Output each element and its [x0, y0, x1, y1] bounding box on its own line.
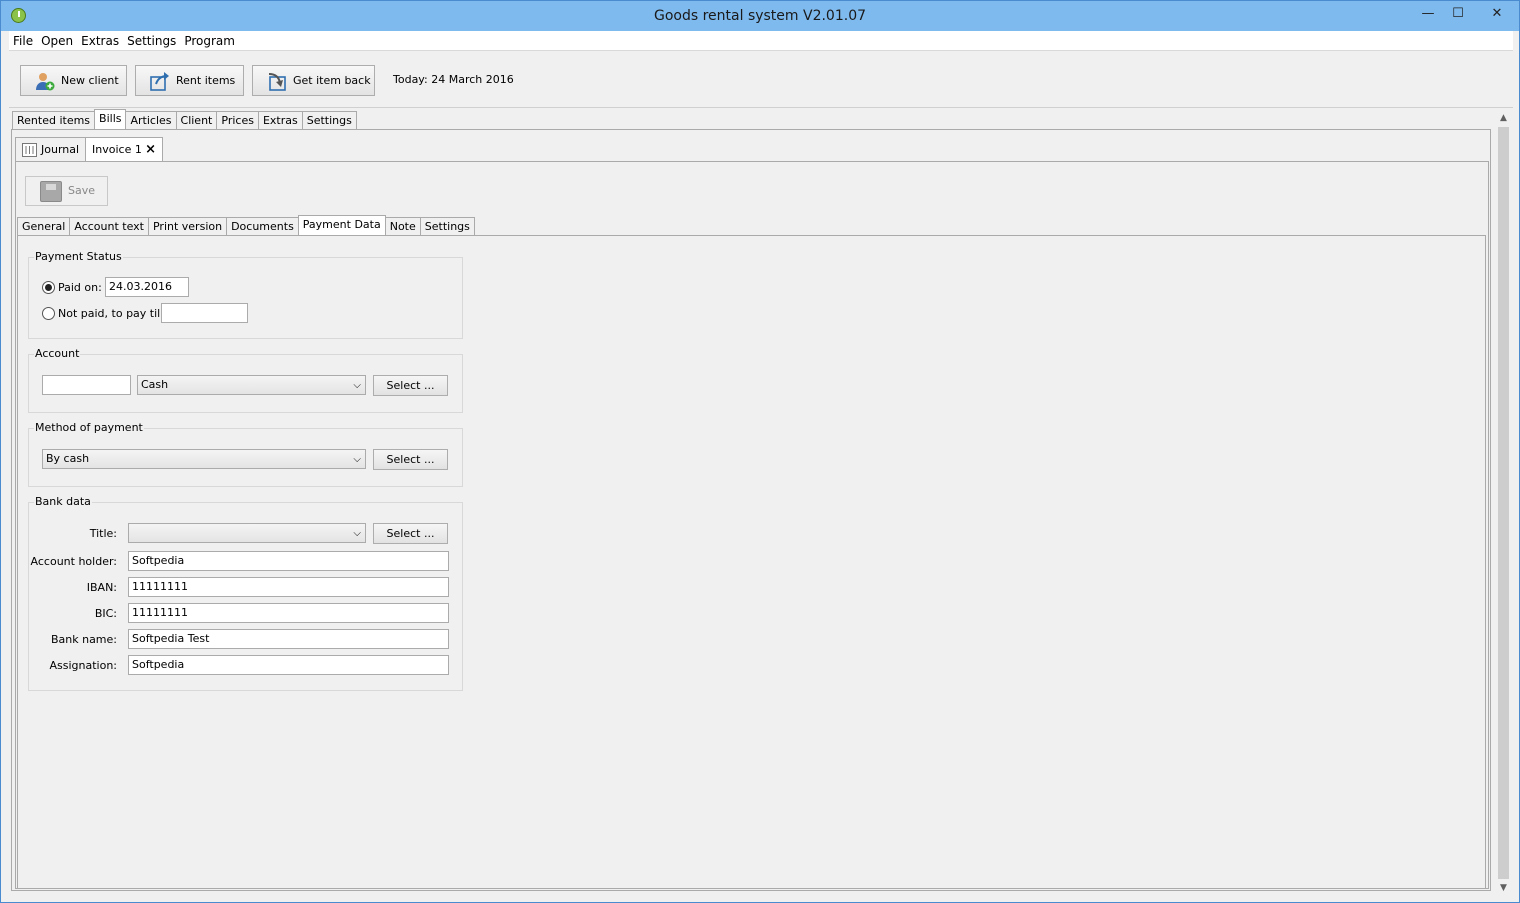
payment-status-legend: Payment Status: [34, 250, 123, 263]
menu-open[interactable]: Open: [37, 31, 77, 48]
tab-journal[interactable]: Journal: [15, 137, 87, 161]
chevron-down-icon: ⌵: [353, 528, 361, 539]
account-select-button[interactable]: Select ...: [373, 375, 448, 396]
account-selected-value: Cash: [141, 378, 169, 391]
menu-settings[interactable]: Settings: [123, 31, 180, 48]
share-out-icon: [150, 72, 169, 91]
get-item-back-button[interactable]: Get item back: [252, 65, 375, 96]
invoice-tab-label: Invoice 1: [92, 142, 142, 156]
menu-extras[interactable]: Extras: [77, 31, 123, 48]
return-item-icon: [268, 73, 286, 91]
bank-name-label: Bank name:: [50, 633, 117, 646]
minimize-button[interactable]: —: [1413, 3, 1443, 25]
iban-input[interactable]: 11111111: [128, 577, 449, 597]
account-code-input[interactable]: [42, 375, 131, 395]
bank-name-input[interactable]: Softpedia Test: [128, 629, 449, 649]
iban-label: IBAN:: [86, 581, 117, 594]
chevron-down-icon: ⌵: [353, 454, 361, 465]
tab-rented-items[interactable]: Rented items: [12, 111, 96, 130]
document-tabs: Journal Invoice 1 ×: [15, 137, 164, 161]
rent-items-label: Rent items: [176, 74, 236, 87]
paid-on-label: Paid on:: [58, 281, 102, 294]
pay-till-date-input[interactable]: [161, 303, 248, 323]
payment-method-selected-value: By cash: [46, 452, 90, 465]
paid-on-radio[interactable]: [42, 281, 55, 294]
menu-bar: File Open Extras Settings Program: [9, 31, 1513, 51]
tab-prices[interactable]: Prices: [216, 111, 259, 130]
vertical-scrollbar[interactable]: ▲ ▼: [1495, 111, 1512, 895]
chevron-down-icon: ⌵: [353, 380, 361, 391]
get-item-back-label: Get item back: [293, 74, 371, 87]
today-date: Today: 24 March 2016: [393, 73, 514, 86]
bank-title-label: Title:: [89, 527, 117, 540]
app-window: Goods rental system V2.01.07 — ☐ ✕ File O…: [0, 0, 1520, 903]
menu-file[interactable]: File: [9, 31, 37, 48]
tab-account-text[interactable]: Account text: [69, 217, 149, 236]
tab-bills[interactable]: Bills: [94, 109, 127, 130]
tab-documents[interactable]: Documents: [226, 217, 299, 236]
bank-title-select-button[interactable]: Select ...: [373, 523, 448, 544]
payment-status-group: Payment Status: [28, 250, 463, 339]
method-of-payment-legend: Method of payment: [34, 421, 144, 434]
new-client-label: New client: [61, 74, 119, 87]
tab-payment-data[interactable]: Payment Data: [297, 215, 386, 236]
bic-label: BIC:: [94, 607, 117, 620]
paid-on-date-input[interactable]: 24.03.2016: [105, 277, 189, 297]
save-label: Save: [68, 184, 96, 197]
tab-invoice-1[interactable]: Invoice 1 ×: [85, 137, 164, 161]
tab-invoice-settings[interactable]: Settings: [419, 217, 475, 236]
tab-settings[interactable]: Settings: [301, 111, 357, 130]
account-holder-label: Account holder:: [30, 555, 117, 568]
save-button[interactable]: Save: [25, 176, 108, 206]
payment-method-select-button[interactable]: Select ...: [373, 449, 448, 470]
account-select[interactable]: Cash ⌵: [137, 375, 366, 395]
tab-client[interactable]: Client: [175, 111, 218, 130]
window-title: Goods rental system V2.01.07: [653, 8, 867, 24]
not-paid-label: Not paid, to pay till:: [58, 307, 167, 320]
bic-input[interactable]: 11111111: [128, 603, 449, 623]
close-window-button[interactable]: ✕: [1475, 3, 1519, 25]
tab-articles[interactable]: Articles: [125, 111, 177, 130]
invoice-tabs: General Account text Print version Docum…: [17, 215, 475, 236]
floppy-disk-icon: [40, 181, 62, 202]
assignation-input[interactable]: Softpedia: [128, 655, 449, 675]
account-holder-input[interactable]: Softpedia: [128, 551, 449, 571]
journal-label: Journal: [41, 142, 80, 156]
tab-extras[interactable]: Extras: [257, 111, 303, 130]
rent-items-button[interactable]: Rent items: [135, 65, 244, 96]
bank-data-legend: Bank data: [34, 495, 92, 508]
add-user-icon: [36, 73, 55, 91]
account-legend: Account: [34, 347, 81, 360]
scrollbar-thumb[interactable]: [1498, 127, 1509, 879]
assignation-label: Assignation:: [49, 659, 117, 672]
payment-method-select[interactable]: By cash ⌵: [42, 449, 366, 469]
title-bar[interactable]: Goods rental system V2.01.07 — ☐ ✕: [1, 1, 1519, 31]
menu-program[interactable]: Program: [180, 31, 239, 48]
not-paid-radio[interactable]: [42, 307, 55, 320]
new-client-button[interactable]: New client: [20, 65, 127, 96]
close-tab-icon[interactable]: ×: [145, 139, 156, 161]
toolbar: New client Rent items Get item back Toda…: [9, 52, 1513, 108]
tab-print-version[interactable]: Print version: [147, 217, 228, 236]
scroll-up-arrow-icon[interactable]: ▲: [1495, 111, 1512, 125]
journal-icon: [22, 142, 37, 157]
maximize-button[interactable]: ☐: [1443, 3, 1473, 25]
main-tabs: Rented items Bills Articles Client Price…: [12, 109, 357, 130]
tab-note[interactable]: Note: [384, 217, 421, 236]
bank-title-select[interactable]: ⌵: [128, 523, 366, 543]
scroll-down-arrow-icon[interactable]: ▼: [1495, 881, 1512, 895]
tab-general[interactable]: General: [17, 217, 71, 236]
